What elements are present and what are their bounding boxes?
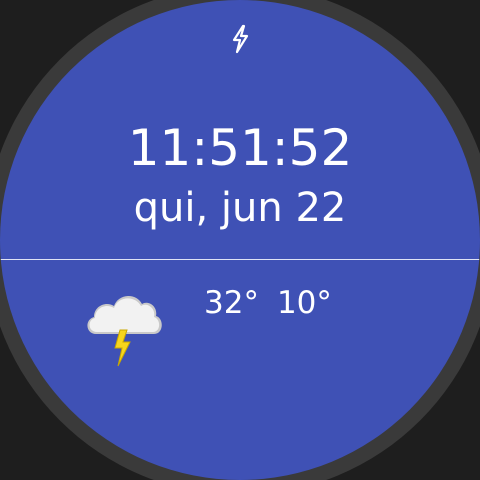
watch-screen: 11:51:52 qui, jun 22 32° 10° [0,0,480,480]
date-display: qui, jun 22 [133,185,347,231]
temperature-high: 32° [204,285,259,321]
watch-face[interactable]: 11:51:52 qui, jun 22 32° 10° [0,0,480,480]
charging-bolt-icon [232,24,249,54]
temperature-range: 32° 10° [204,283,332,323]
time-display: 11:51:52 [127,119,353,177]
divider [0,259,480,260]
thunderstorm-cloud-icon [87,295,162,367]
temperature-low: 10° [276,285,332,321]
